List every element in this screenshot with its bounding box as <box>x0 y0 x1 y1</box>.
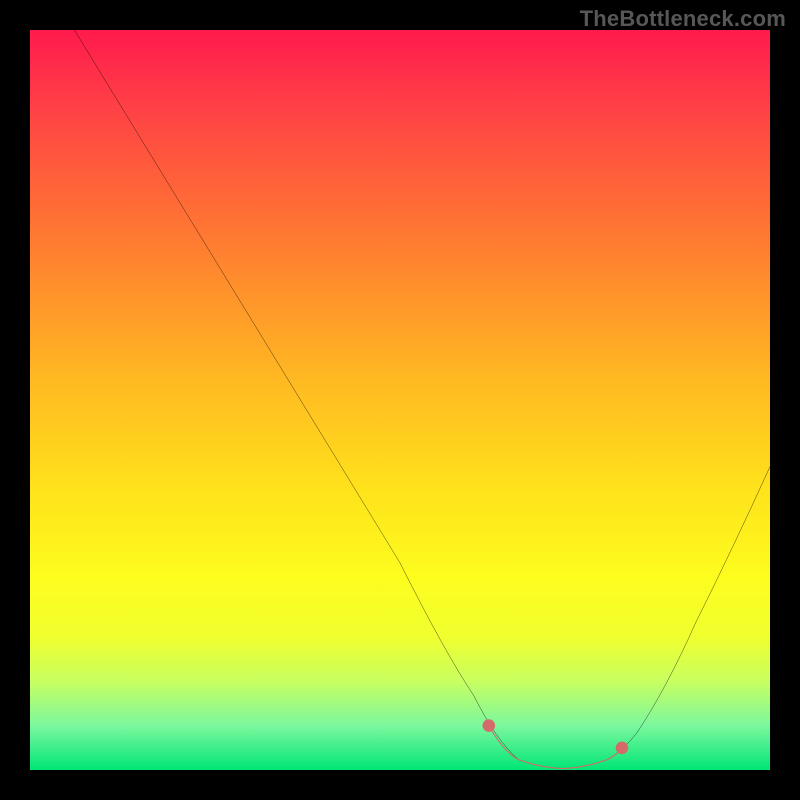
main-curve-path <box>74 30 770 769</box>
highlight-dot-left <box>483 719 496 732</box>
bottleneck-curve <box>30 30 770 770</box>
highlight-segment <box>489 726 622 769</box>
chart-plot-area <box>30 30 770 770</box>
highlight-dot-right <box>616 742 629 755</box>
watermark-text: TheBottleneck.com <box>580 6 786 32</box>
